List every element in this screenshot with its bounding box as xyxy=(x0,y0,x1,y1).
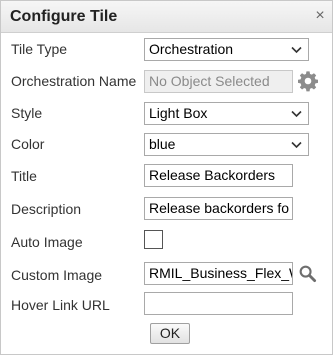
color-select[interactable]: blue xyxy=(144,133,309,156)
title-value: Release Backorders xyxy=(149,167,276,183)
style-label: Style xyxy=(11,105,43,121)
style-value: Light Box xyxy=(149,105,208,121)
auto-image-checkbox[interactable] xyxy=(144,230,163,249)
hover-link-url-label: Hover Link URL xyxy=(11,297,110,313)
color-value: blue xyxy=(149,136,176,152)
description-input[interactable]: Release backorders fo xyxy=(144,197,293,220)
color-label: Color xyxy=(11,136,45,152)
auto-image-label: Auto Image xyxy=(11,234,83,250)
orchestration-name-label: Orchestration Name xyxy=(11,73,137,89)
custom-image-input[interactable]: RMIL_Business_Flex_W xyxy=(144,262,293,285)
orchestration-name-field[interactable]: No Object Selected xyxy=(144,70,293,93)
ok-button[interactable]: OK xyxy=(150,323,190,344)
title-input[interactable]: Release Backorders xyxy=(144,164,293,187)
style-select[interactable]: Light Box xyxy=(144,102,309,125)
description-value: Release backorders fo xyxy=(149,200,290,216)
custom-image-value: RMIL_Business_Flex_W xyxy=(149,265,293,281)
custom-image-label: Custom Image xyxy=(11,267,103,283)
title-label: Title xyxy=(11,168,37,184)
chevron-down-icon xyxy=(291,46,302,54)
hover-link-url-input[interactable] xyxy=(144,292,293,315)
tile-type-value: Orchestration xyxy=(149,41,234,57)
dialog-titlebar: Configure Tile × xyxy=(1,1,332,33)
orchestration-name-placeholder: No Object Selected xyxy=(149,73,270,89)
search-icon[interactable] xyxy=(298,264,317,283)
gear-icon[interactable] xyxy=(297,70,319,92)
chevron-down-icon xyxy=(291,141,302,149)
dialog-title: Configure Tile xyxy=(10,8,118,25)
tile-type-label: Tile Type xyxy=(11,41,68,57)
chevron-down-icon xyxy=(291,110,302,118)
close-icon[interactable]: × xyxy=(312,7,328,25)
tile-type-select[interactable]: Orchestration xyxy=(144,38,309,61)
configure-tile-dialog: Configure Tile × Tile Type Orchestration… xyxy=(0,0,333,355)
description-label: Description xyxy=(11,201,82,217)
